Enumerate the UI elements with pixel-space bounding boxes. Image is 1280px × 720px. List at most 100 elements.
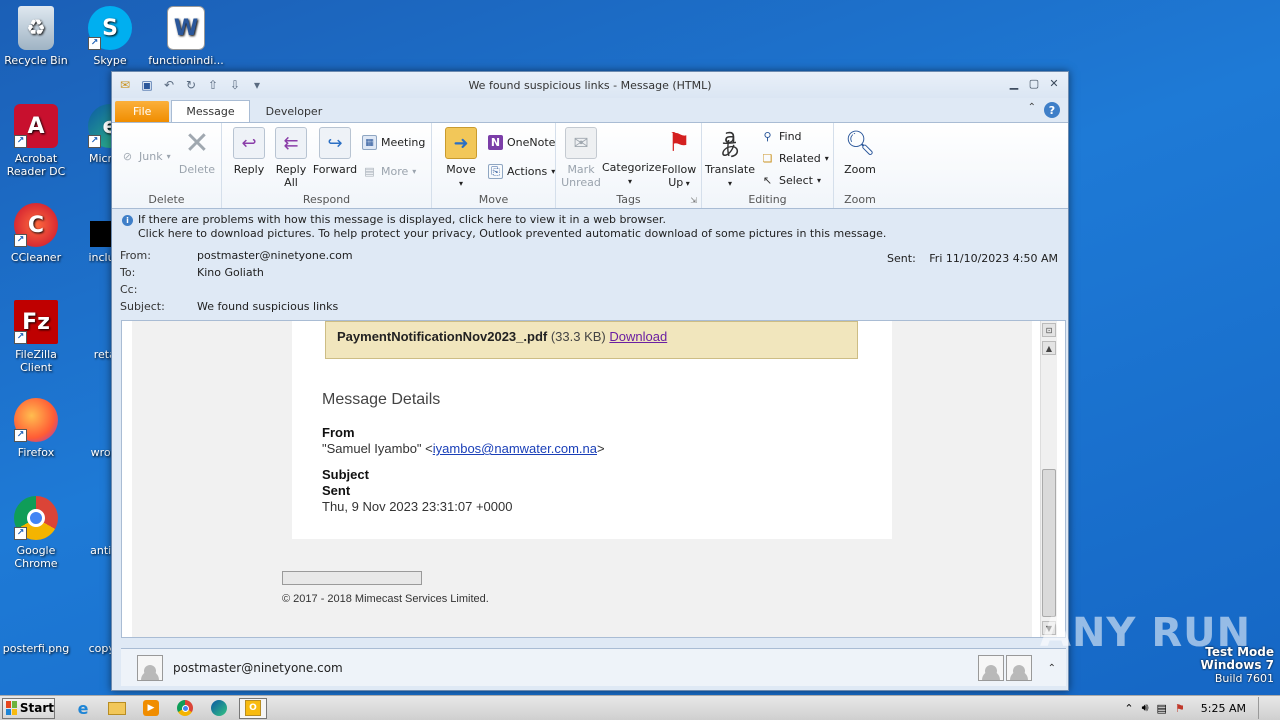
desktop-icon-firefox[interactable]: ↗ Firefox (0, 398, 74, 459)
follow-up-button[interactable]: ⚑ Follow Up ▾ (656, 127, 702, 190)
customize-qat-icon[interactable]: ▾ (249, 77, 265, 93)
zoom-button[interactable]: 🔍︎ Zoom (837, 127, 883, 177)
down-arrow-icon[interactable]: ⇩ (227, 77, 243, 93)
desktop-icon-filezilla[interactable]: Fz ↗ FileZilla Client (0, 300, 74, 374)
categorize-button[interactable]: Categorize ▾ (602, 127, 661, 188)
file-explorer-icon[interactable] (103, 698, 131, 719)
chrome-taskbar-icon[interactable] (171, 698, 199, 719)
reply-button[interactable]: ↩ Reply (226, 127, 272, 176)
reply-all-button[interactable]: ⇇ Reply All (268, 127, 314, 189)
desktop-icon-acrobat[interactable]: A ↗ Acrobat Reader DC (0, 104, 74, 178)
related-button[interactable]: ❏ Related ▾ (760, 151, 829, 166)
media-player-icon[interactable]: ▶ (137, 698, 165, 719)
message-body-background: PaymentNotificationNov2023_.pdf (33.3 KB… (132, 321, 1032, 637)
flag-icon: ⚑ (667, 127, 691, 158)
translate-button[interactable]: aあ Translate ▾ (704, 126, 756, 190)
recycle-bin-icon: ♻ (18, 6, 54, 50)
mark-unread-button[interactable]: ✉ Mark Unread (558, 127, 604, 189)
desktop-icon-skype[interactable]: S ↗ Skype (72, 6, 148, 67)
network-icon[interactable]: ▤ (1157, 702, 1167, 715)
help-icon[interactable]: ? (1044, 102, 1060, 118)
dialog-launcher-icon[interactable]: ⇲ (690, 196, 697, 205)
info-bar[interactable]: i If there are problems with how this mes… (112, 209, 1068, 249)
shortcut-arrow-icon: ↗ (14, 527, 27, 540)
vertical-scrollbar[interactable]: ⊡ ▲ ▼ (1040, 321, 1057, 637)
tab-message[interactable]: Message (171, 100, 250, 122)
internet-explorer-icon[interactable]: e (69, 698, 97, 719)
attachment-name: PaymentNotificationNov2023_.pdf (337, 329, 548, 344)
more-icon: ▤ (364, 165, 375, 178)
subject-value: We found suspicious links (197, 300, 339, 313)
forward-button[interactable]: ↪ Forward (312, 127, 358, 176)
show-hidden-icons-icon[interactable]: ⌃ (1124, 702, 1133, 715)
action-center-icon[interactable]: ⚑ (1175, 702, 1185, 715)
to-value[interactable]: Kino Goliath (197, 266, 264, 283)
move-button[interactable]: ➜ Move ▾ (438, 127, 484, 190)
shortcut-arrow-icon: ↗ (14, 429, 27, 442)
save-icon[interactable]: ▣ (139, 77, 155, 93)
cursor-icon: ↖ (762, 174, 773, 187)
sender-name: "Samuel Iyambo" < (322, 441, 433, 456)
desktop-icon-recycle-bin[interactable]: ♻ Recycle Bin (0, 6, 74, 67)
redo-icon[interactable]: ↻ (183, 77, 199, 93)
actions-button[interactable]: ⎘ Actions ▾ (488, 164, 555, 179)
up-arrow-icon[interactable]: ⇧ (205, 77, 221, 93)
split-icon[interactable]: ⊡ (1042, 323, 1056, 337)
tab-file[interactable]: File (115, 101, 170, 122)
forward-icon: ↪ (319, 127, 351, 159)
download-link[interactable]: Download (609, 329, 667, 344)
desktop-icon-ccleaner[interactable]: C ↗ CCleaner (0, 203, 74, 264)
desktop-icon-chrome[interactable]: ↗ Google Chrome (0, 496, 74, 570)
copyright-text: © 2017 - 2018 Mimecast Services Limited. (282, 593, 489, 605)
contact-avatar-2 (1005, 655, 1032, 681)
scroll-thumb[interactable] (1042, 469, 1056, 617)
clock[interactable]: 5:25 AM (1201, 702, 1246, 715)
people-pane-name[interactable]: postmaster@ninetyone.com (173, 661, 343, 675)
info-line-pictures[interactable]: Click here to download pictures. To help… (122, 227, 1058, 241)
info-line-browser[interactable]: If there are problems with how this mess… (138, 213, 666, 226)
delete-button[interactable]: ✕ Delete (174, 127, 220, 176)
close-icon[interactable]: ✕ (1046, 76, 1062, 90)
details-from: From "Samuel Iyambo" <iyambos@namwater.c… (322, 425, 605, 456)
outlook-message-window: ✉ ▣ ↶ ↻ ⇧ ⇩ ▾ We found suspicious links … (111, 71, 1069, 691)
start-button[interactable]: Start (2, 697, 55, 719)
from-value[interactable]: postmaster@ninetyone.com (197, 249, 353, 266)
quick-access-toolbar: ✉ ▣ ↶ ↻ ⇧ ⇩ ▾ (112, 77, 265, 93)
shortcut-arrow-icon: ↗ (14, 135, 27, 148)
desktop-icon-posterfi[interactable]: posterfi.png (0, 594, 74, 655)
volume-icon[interactable]: 🔊︎ (1142, 701, 1149, 715)
envelope-unread-icon: ✉ (565, 127, 597, 159)
minimize-icon[interactable]: ▁ (1006, 76, 1022, 90)
tab-developer[interactable]: Developer (252, 101, 337, 122)
undo-icon[interactable]: ↶ (161, 77, 177, 93)
from-label: From: (120, 249, 151, 262)
find-button[interactable]: ⚲ Find (760, 129, 801, 144)
desktop-icon-word-doc[interactable]: W functionindi... (148, 6, 224, 67)
group-delete: ⊘ Junk ▾ ✕ Delete Delete (112, 123, 222, 208)
categorize-icon (615, 127, 645, 157)
taskbar: Start e ▶ O ⌃ 🔊︎ ▤ ⚑ 5:25 AM (0, 695, 1280, 720)
sent-date: Thu, 9 Nov 2023 23:31:07 +0000 (322, 499, 513, 514)
maximize-icon[interactable]: ▢ (1026, 76, 1042, 90)
expand-people-pane-icon[interactable]: ⌃ (1048, 663, 1056, 674)
to-label: To: (120, 266, 136, 279)
group-zoom: 🔍︎ Zoom Zoom (834, 123, 886, 208)
junk-button[interactable]: ⊘ Junk ▾ (120, 149, 171, 164)
actions-icon: ⎘ (488, 164, 503, 179)
subject-heading: Subject (322, 467, 369, 482)
reply-icon: ↩ (233, 127, 265, 159)
scroll-up-icon[interactable]: ▲ (1042, 341, 1056, 355)
title-bar: ✉ ▣ ↶ ↻ ⇧ ⇩ ▾ We found suspicious links … (112, 72, 1068, 98)
sender-email-link[interactable]: iyambos@namwater.com.na (433, 441, 597, 456)
meeting-button[interactable]: ▦ Meeting (362, 135, 425, 150)
collapse-ribbon-icon[interactable]: ⌃ (1028, 102, 1036, 118)
filezilla-icon: Fz ↗ (14, 300, 58, 344)
show-desktop-button[interactable] (1258, 697, 1270, 719)
select-button[interactable]: ↖ Select ▾ (760, 173, 821, 188)
more-button[interactable]: ▤ More ▾ (362, 164, 416, 179)
outlook-taskbar-icon[interactable]: O (239, 697, 267, 719)
edge-taskbar-icon[interactable] (205, 698, 233, 719)
people-pane: postmaster@ninetyone.com ⌃ (121, 648, 1066, 686)
onenote-button[interactable]: N OneNote (488, 135, 555, 150)
delete-x-icon: ✕ (184, 125, 210, 161)
